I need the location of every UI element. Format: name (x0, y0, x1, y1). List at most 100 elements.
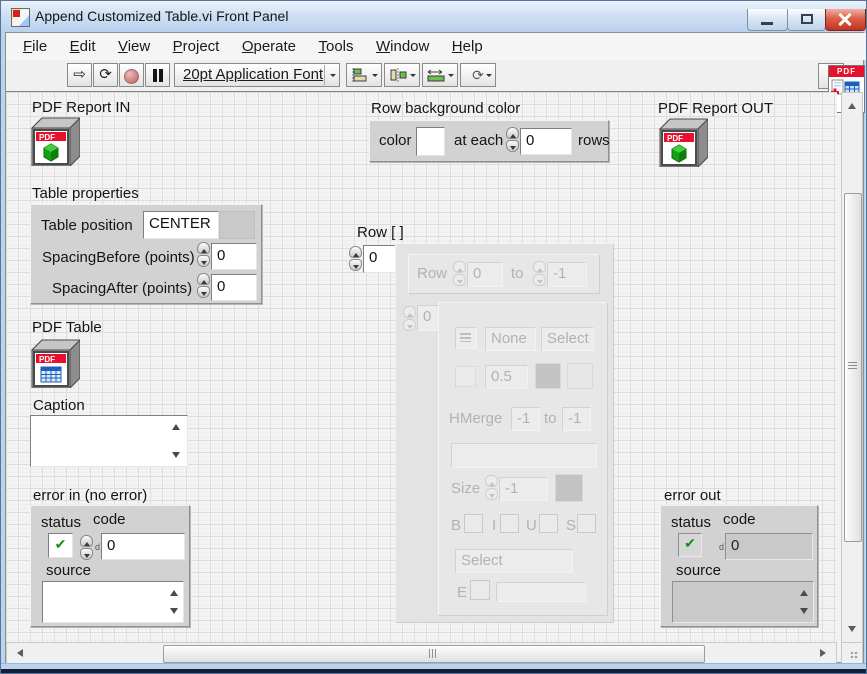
hmerge-to-label: to (544, 410, 557, 427)
vertical-scrollbar[interactable] (841, 92, 863, 643)
chevron-down-icon (330, 74, 336, 80)
minimize-button[interactable] (747, 9, 788, 31)
row-color-box[interactable] (416, 127, 445, 156)
underline-label: U (526, 517, 537, 534)
cell-text-field (451, 443, 597, 468)
error-in-source-field[interactable] (42, 581, 184, 623)
error-out-cluster: status code ✔ d 0 source (660, 505, 818, 627)
menu-window[interactable]: Window (367, 33, 438, 60)
labview-vi-icon[interactable] (11, 8, 30, 27)
table-position-field[interactable]: CENTER (143, 211, 219, 239)
menu-tools[interactable]: Tools (309, 33, 362, 60)
error-in-source-scroll[interactable] (167, 583, 180, 621)
run-continuously-icon: ⟳ (99, 66, 112, 83)
window-title: Append Customized Table.vi Front Panel (35, 8, 288, 24)
error-in-code-spinner[interactable] (80, 535, 93, 562)
spacing-after-spinner[interactable] (197, 273, 210, 300)
run-continuously-button[interactable]: ⟳ (93, 63, 118, 87)
error-out-status-label: status (671, 514, 711, 531)
scroll-down-icon[interactable] (848, 626, 856, 636)
row-cluster-disabled: Row 0 to -1 0 None Select (395, 243, 614, 623)
font-ring-label: 20pt Application Font (183, 66, 323, 83)
reorder-button[interactable]: ⟳ (460, 63, 496, 87)
pdf-report-out-label: PDF Report OUT (658, 100, 773, 117)
error-in-label: error in (no error) (33, 487, 147, 504)
at-each-spinner[interactable] (506, 127, 519, 154)
error-out-code-field: 0 (725, 533, 813, 560)
window-client-area: File Edit View Project Operate Tools Win… (5, 32, 864, 663)
to-label: to (511, 265, 524, 282)
scroll-right-icon[interactable] (820, 649, 830, 657)
alignment-select-button: Select (541, 327, 594, 351)
chevron-down-icon (410, 74, 416, 80)
run-button[interactable]: ⇨ (67, 63, 92, 87)
titlebar: Append Customized Table.vi Front Panel (1, 1, 866, 32)
pause-button[interactable] (145, 63, 170, 87)
hmerge-to-field: -1 (562, 407, 591, 431)
close-button[interactable] (825, 9, 866, 31)
caption-label: Caption (33, 397, 85, 414)
menu-project[interactable]: Project (164, 33, 229, 60)
at-each-value-field[interactable]: 0 (520, 128, 572, 155)
spacing-before-label: SpacingBefore (points) (42, 249, 195, 266)
toolbar: ⇨ ⟳ 20pt Application Font (6, 60, 863, 92)
caption-field[interactable] (30, 415, 188, 467)
error-out-label: error out (664, 487, 721, 504)
pdf-report-in-label: PDF Report IN (32, 99, 130, 116)
row-background-color-label: Row background color (371, 100, 520, 117)
reorder-icon: ⟳ (472, 67, 484, 83)
error-in-status-checkbox[interactable]: ✔ (48, 533, 73, 558)
maximize-icon (801, 14, 813, 24)
scroll-up-icon[interactable] (848, 99, 856, 109)
desktop-edge (1, 669, 866, 674)
error-in-code-radix: d (95, 542, 100, 552)
run-icon: ⇨ (73, 66, 86, 83)
error-out-source-scroll (797, 583, 810, 621)
chevron-down-icon (486, 74, 492, 80)
pdf-table-icon[interactable]: PDF (30, 338, 80, 388)
resize-objects-button[interactable] (422, 63, 458, 87)
row-array-label: Row [ ] (357, 224, 404, 241)
menu-view[interactable]: View (109, 33, 159, 60)
menu-file[interactable]: File (14, 33, 56, 60)
pdf-report-in-icon[interactable]: PDF (30, 116, 80, 166)
at-each-label: at each (454, 132, 503, 149)
chevron-down-icon (448, 74, 454, 80)
caption-scroll[interactable] (169, 417, 182, 465)
resize-grip[interactable] (841, 642, 863, 664)
scroll-left-icon[interactable] (13, 649, 23, 657)
horizontal-scrollbar[interactable] (6, 642, 837, 664)
error-out-code-label: code (723, 511, 756, 528)
menu-operate[interactable]: Operate (233, 33, 305, 60)
error-in-code-label: code (93, 511, 126, 528)
cell-format-subcluster: None Select 0.5 HMerge -1 to -1 Size (438, 302, 608, 616)
bold-label: B (451, 517, 461, 534)
error-out-status-indicator: ✔ (678, 533, 702, 557)
row-from-field: 0 (467, 262, 503, 287)
menu-edit[interactable]: Edit (61, 33, 105, 60)
table-position-label: Table position (41, 217, 133, 234)
spacing-before-spinner[interactable] (197, 242, 210, 269)
align-objects-button[interactable] (346, 63, 382, 87)
menu-help[interactable]: Help (443, 33, 492, 60)
maximize-button[interactable] (787, 9, 826, 31)
row-background-color-cluster: color at each 0 rows (369, 120, 609, 162)
hmerge-from-field: -1 (511, 407, 540, 431)
vertical-scroll-thumb[interactable] (844, 193, 862, 542)
spacing-after-field[interactable]: 0 (211, 274, 257, 301)
hmerge-label: HMerge (449, 410, 502, 427)
row-array-index-spinner[interactable] (349, 246, 362, 273)
spacing-before-field[interactable]: 0 (211, 243, 257, 270)
error-in-code-field[interactable]: 0 (101, 533, 185, 560)
e-checkbox (470, 580, 490, 600)
strike-label: S (566, 517, 576, 534)
error-out-code-radix: d (719, 542, 724, 552)
spacing-after-label: SpacingAfter (points) (52, 280, 192, 297)
row-label: Row (417, 265, 447, 282)
alignment-icon-box (455, 327, 477, 349)
horizontal-scroll-thumb[interactable] (163, 645, 705, 663)
font-ring-selector[interactable]: 20pt Application Font (174, 63, 340, 87)
alignment-value-field: None (485, 327, 536, 351)
row-array-index-field[interactable]: 0 (363, 245, 396, 273)
distribute-objects-button[interactable] (384, 63, 420, 87)
